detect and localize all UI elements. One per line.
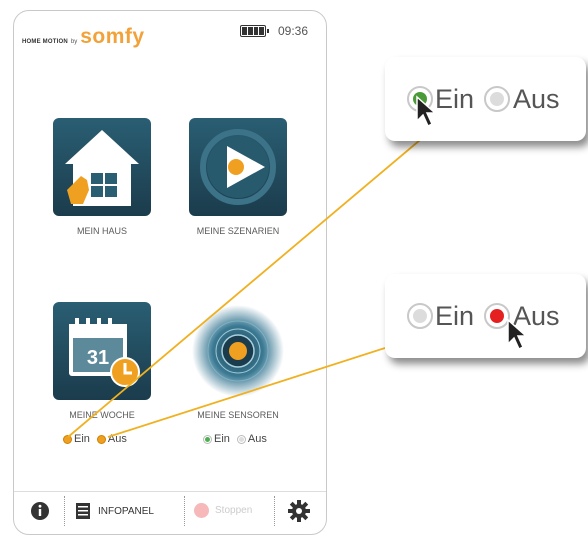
callout-top-aus-label: Aus [513, 83, 560, 114]
callout-ein-selected: Ein Aus [385, 57, 586, 141]
cursor-icon [507, 318, 528, 351]
callout-top-aus-radio[interactable] [484, 86, 511, 112]
connector-line-bottom [107, 347, 386, 438]
callout-aus-selected: Ein Aus [385, 274, 586, 358]
cursor-icon [416, 95, 437, 128]
callout-bottom-ein-label: Ein [435, 300, 475, 331]
callout-bottom-ein-radio[interactable] [407, 303, 433, 329]
